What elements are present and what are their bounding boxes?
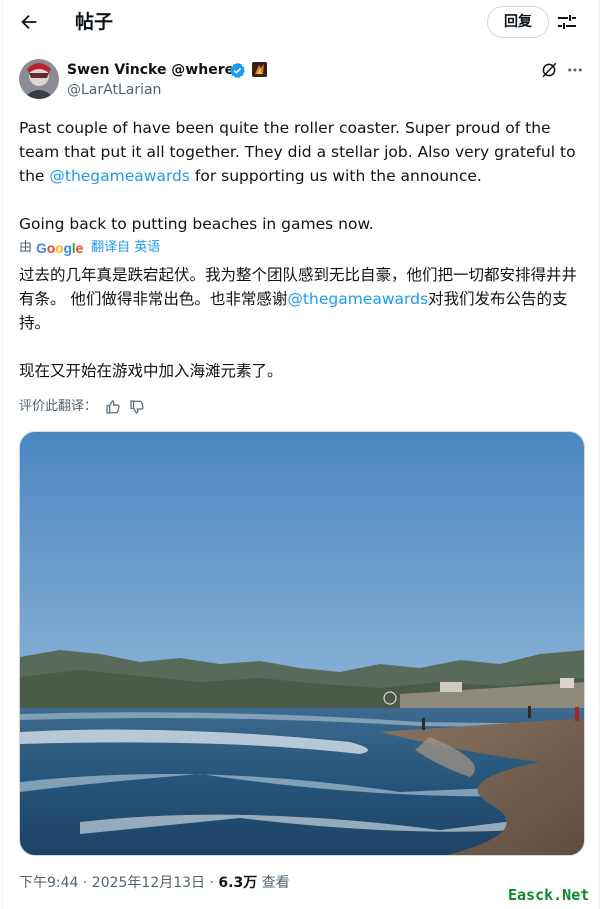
thumbs-up-icon[interactable] [105,399,121,415]
mention-link[interactable]: @thegameawards [49,167,190,185]
page-header: 帖子 回复 [0,0,602,44]
translated-from-link[interactable]: 翻译自 英语 [91,238,160,258]
avatar[interactable] [19,59,59,99]
back-arrow-icon[interactable] [18,11,40,33]
tweet-text-line: Going back to putting beaches in games n… [19,215,374,233]
rate-translation: 评价此翻译： [19,397,145,417]
thumbs-down-icon[interactable] [129,399,145,415]
watermark: Easck.Net [508,886,590,904]
grok-icon[interactable] [540,61,558,79]
author-handle[interactable]: @LarAtLarian [67,80,161,100]
google-logo: Google [36,240,84,256]
translated-text-line: 现在又开始在游戏中加入海滩元素了。 [19,362,283,380]
author-name[interactable]: Swen Vincke @where? [67,60,242,80]
views-label: 查看 [257,875,290,891]
page-title: 帖子 [75,11,114,33]
adjust-icon[interactable] [556,12,578,32]
affiliate-badge-icon[interactable] [252,62,267,77]
views-count: 6.3万 [218,875,258,891]
translate-by-prefix: 由 [19,240,33,255]
reply-button[interactable]: 回复 [487,6,549,38]
rate-translation-label: 评价此翻译： [19,399,98,414]
mention-link[interactable]: @thegameawards [287,290,428,308]
translated-text: 过去的几年真是跌宕起伏。我为整个团队感到无比自豪，他们把一切都安排得井井有条。 … [19,263,585,383]
tweet-timestamp[interactable]: 下午9:44 · 2025年12月13日 · [19,875,218,891]
verified-icon [230,63,245,79]
tweet-text: Past couple of have been quite the rolle… [19,116,589,236]
tweet-text-part: for supporting us with the announce. [189,167,482,185]
tweet-meta: 下午9:44 · 2025年12月13日 · 6.3万 查看 [19,873,290,893]
translation-attribution: 由 Google 翻译自 英语 [19,238,160,258]
more-icon[interactable] [566,61,584,79]
tweet-photo[interactable] [19,431,585,856]
